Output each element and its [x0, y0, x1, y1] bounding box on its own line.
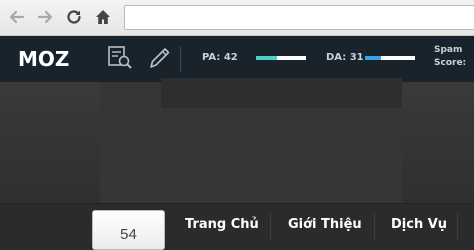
forward-arrow-icon: [37, 10, 53, 24]
pa-meter-fill: [256, 56, 277, 60]
spam-score-label: Spam Score:: [434, 44, 466, 70]
home-button[interactable]: [92, 6, 114, 28]
back-arrow-icon: [9, 10, 25, 24]
da-label: DA: 31: [326, 52, 364, 63]
pencil-icon[interactable]: [146, 44, 174, 72]
spam-score-line2: Score:: [434, 58, 467, 68]
hero-inner-block: [161, 78, 402, 108]
forward-button[interactable]: [34, 6, 56, 28]
address-bar[interactable]: [124, 5, 474, 30]
page-analysis-icon[interactable]: [106, 44, 134, 72]
da-meter: [365, 56, 415, 60]
pa-label: PA: 42: [202, 52, 238, 63]
menu-separator: [374, 212, 375, 240]
moz-toolbar: MOZ PA: 42 DA: 31 Spam Score:: [0, 36, 474, 82]
da-meter-fill: [365, 56, 381, 60]
menu-item-gioi-thieu[interactable]: Giới Thiệu: [288, 217, 362, 233]
back-button[interactable]: [6, 6, 28, 28]
menu-separator: [270, 212, 271, 240]
moz-logo[interactable]: MOZ: [18, 48, 69, 70]
toolbar-divider: [180, 46, 181, 72]
counter-box: 54: [92, 210, 165, 250]
reload-icon: [67, 10, 81, 24]
reload-button[interactable]: [63, 6, 85, 28]
browser-toolbar: [0, 0, 474, 36]
pa-meter: [256, 56, 306, 60]
menu-item-dich-vu[interactable]: Dịch Vụ: [391, 217, 447, 233]
menu-item-trang-chu[interactable]: Trang Chủ: [185, 217, 259, 233]
menu-separator: [457, 212, 458, 240]
site-menu-bar: 54 Trang Chủ Giới Thiệu Dịch Vụ: [0, 203, 474, 250]
spam-score-line1: Spam: [434, 45, 463, 55]
home-icon: [96, 10, 110, 24]
